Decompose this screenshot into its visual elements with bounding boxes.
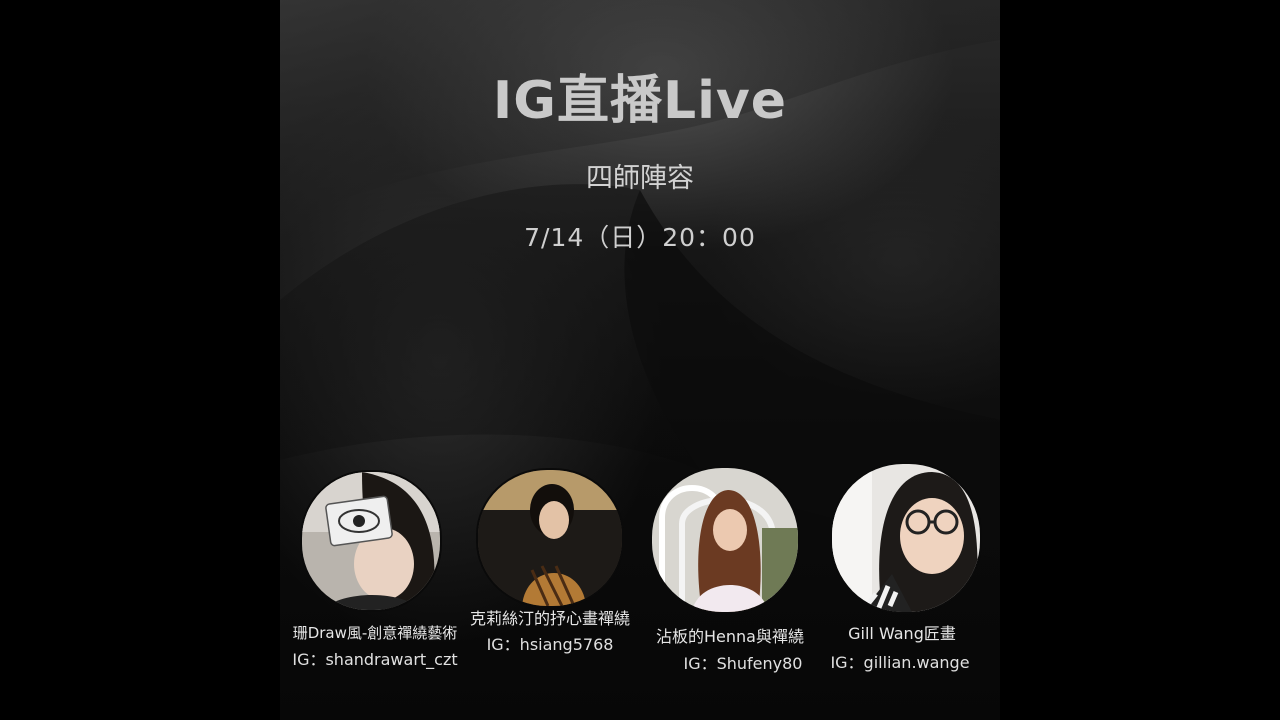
host-avatar <box>302 472 440 610</box>
host-avatar <box>832 464 980 612</box>
host-name: 克莉絲汀的抒心畫禪繞 <box>469 609 630 628</box>
live-poster: IG直播Live 四師陣容 7/14（日）20：00 珊Draw風-創意禪繞藝術… <box>280 0 1000 720</box>
host-ig-handle: IG：Shufeny80 <box>683 654 803 673</box>
host-avatar <box>652 468 798 612</box>
host-ig-handle: IG：hsiang5768 <box>486 635 614 654</box>
poster-title: IG直播Live <box>492 71 788 131</box>
poster-subtitle: 四師陣容 <box>586 163 694 194</box>
video-frame: IG直播Live 四師陣容 7/14（日）20：00 珊Draw風-創意禪繞藝術… <box>0 0 1280 720</box>
host-name: Gill Wang匠畫 <box>848 624 956 643</box>
host-ig-handle: IG：shandrawart_czt <box>292 650 458 669</box>
event-datetime: 7/14（日）20：00 <box>524 223 756 252</box>
host-avatar <box>478 470 622 606</box>
host-ig-handle: IG：gillian.wange <box>830 653 970 672</box>
host-name: 珊Draw風-創意禪繞藝術 <box>292 624 458 642</box>
host-name: 沾板的Henna與禪繞 <box>656 627 804 646</box>
